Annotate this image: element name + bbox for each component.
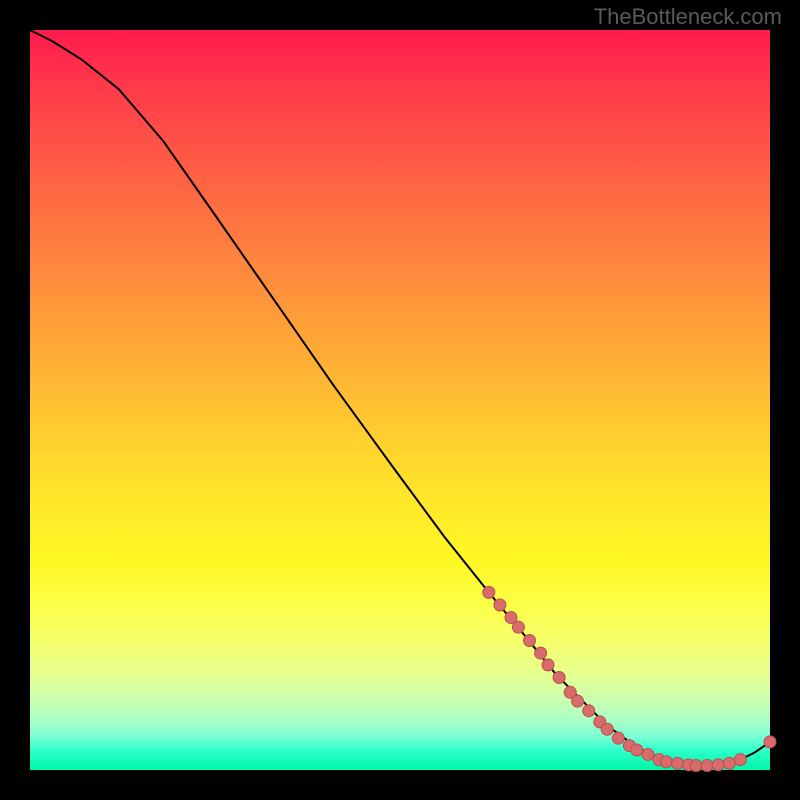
data-marker bbox=[672, 757, 684, 769]
data-marker bbox=[690, 760, 702, 772]
data-marker bbox=[642, 748, 654, 760]
data-marker bbox=[723, 757, 735, 769]
data-marker bbox=[612, 732, 624, 744]
data-marker bbox=[512, 621, 524, 633]
data-marker bbox=[494, 599, 506, 611]
data-marker bbox=[483, 586, 495, 598]
data-marker bbox=[764, 736, 776, 748]
data-marker bbox=[660, 756, 672, 768]
watermark-text: TheBottleneck.com bbox=[594, 4, 782, 30]
data-marker bbox=[542, 659, 554, 671]
data-marker bbox=[524, 635, 536, 647]
chart-svg bbox=[30, 30, 770, 770]
data-marker bbox=[535, 647, 547, 659]
data-marker bbox=[631, 744, 643, 756]
bottleneck-curve bbox=[30, 30, 770, 766]
data-marker bbox=[734, 754, 746, 766]
data-marker bbox=[553, 672, 565, 684]
marker-group bbox=[483, 586, 776, 771]
data-marker bbox=[601, 723, 613, 735]
data-marker bbox=[712, 759, 724, 771]
data-marker bbox=[701, 760, 713, 772]
data-marker bbox=[572, 695, 584, 707]
data-marker bbox=[583, 705, 595, 717]
